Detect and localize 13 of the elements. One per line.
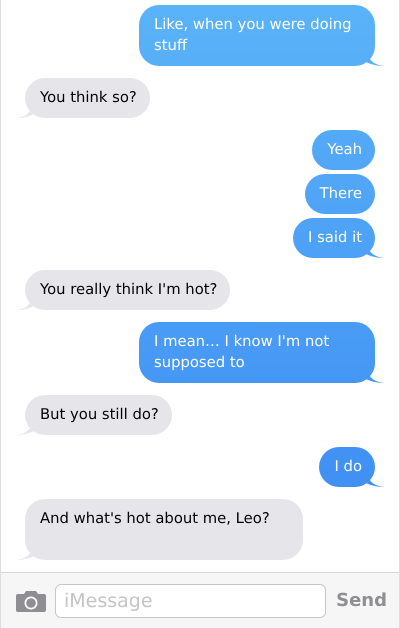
sent-message: There — [304, 174, 384, 214]
sent-message: I said it — [293, 218, 384, 258]
send-button[interactable]: Send — [334, 587, 387, 614]
camera-icon[interactable] — [15, 588, 47, 612]
sent-message: I mean… I know I'm not supposed to — [139, 322, 384, 383]
received-message: But you still do? — [16, 395, 172, 435]
received-message: And what's hot about me, Leo? — [16, 499, 303, 560]
received-message: You think so? — [16, 78, 150, 118]
sent-message: Like, when you were doing stuff — [139, 5, 384, 66]
sent-message: Yeah — [312, 130, 384, 170]
sent-message: I do — [319, 447, 384, 487]
message-input[interactable]: iMessage — [55, 584, 326, 618]
received-message: You really think I'm hot? — [16, 270, 230, 310]
